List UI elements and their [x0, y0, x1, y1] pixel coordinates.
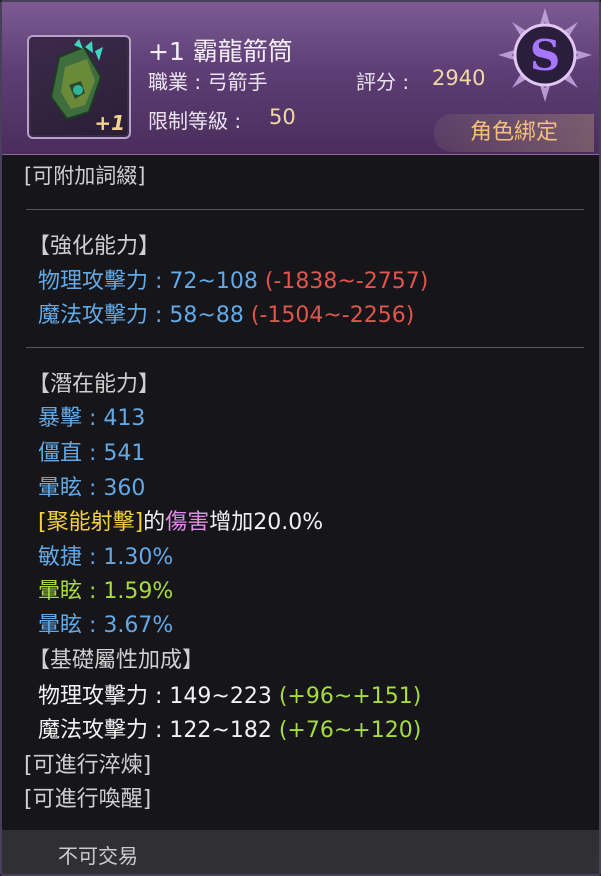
skill-damage: 傷害 — [165, 510, 210, 535]
potential-stun-pct-blue: 暈眩 : 3.67% — [38, 613, 174, 638]
skill-of: 的 — [143, 510, 166, 535]
base-mag-bonus: (+76~+120) — [278, 718, 422, 743]
base-mag-attack: 魔法攻擊力 : 122~182 (+76~+120) — [38, 712, 421, 744]
divider — [26, 209, 584, 210]
divider — [26, 347, 584, 348]
skill-increase: 增加20.0% — [209, 510, 324, 535]
base-section-title: 【基礎屬性加成】 — [28, 648, 205, 673]
grade-s-badge: S — [498, 8, 592, 102]
affix-slot-text: [可附加詞綴] — [24, 164, 146, 188]
base-mag-value: 魔法攻擊力 : 122~182 — [38, 718, 272, 743]
tooltip-footer: 不可交易 — [2, 830, 599, 874]
level-requirement-value: 50 — [269, 105, 296, 129]
enhance-phys-value: 物理攻擊力 : 72~108 — [38, 269, 258, 294]
enhance-mag-value: 魔法攻擊力 : 58~88 — [38, 303, 244, 328]
item-name: +1 霸龍箭筒 — [148, 37, 293, 66]
potential-crit: 暴擊 : 413 — [38, 406, 146, 431]
tooltip-header: +1 +1 霸龍箭筒 職業 : 弓箭手 評分 : 2940 限制等級 : 50 … — [2, 2, 599, 155]
base-phys-value: 物理攻擊力 : 149~223 — [38, 684, 272, 709]
level-requirement-label: 限制等級 : — [148, 109, 242, 133]
enhance-mag-diff: (-1504~-2256) — [250, 303, 415, 328]
enhance-phys-diff: (-1838~-2757) — [264, 269, 429, 294]
awaken-available: [可進行喚醒] — [24, 787, 152, 812]
potential-stun: 暈眩 : 360 — [38, 476, 146, 501]
base-phys-bonus: (+96~+151) — [278, 684, 422, 709]
potential-skill-bonus: [聚能射擊]的傷害增加20.0% — [38, 504, 323, 536]
job-requirement: 職業 : 弓箭手 — [148, 70, 268, 94]
item-icon-frame: +1 — [27, 35, 131, 139]
potential-section-title: 【潛在能力】 — [28, 372, 161, 397]
potential-stiff: 僵直 : 541 — [38, 441, 146, 466]
skill-name: [聚能射擊] — [38, 510, 144, 535]
character-bound-badge: 角色綁定 — [434, 114, 594, 152]
item-tooltip: +1 +1 霸龍箭筒 職業 : 弓箭手 評分 : 2940 限制等級 : 50 … — [0, 0, 601, 876]
refine-available: [可進行淬煉] — [24, 753, 152, 778]
potential-stun-pct-green: 暈眩 : 1.59% — [38, 579, 174, 604]
score-label: 評分 : — [356, 70, 410, 94]
untradeable-label: 不可交易 — [58, 844, 138, 868]
base-phys-attack: 物理攻擊力 : 149~223 (+96~+151) — [38, 678, 421, 710]
enhance-mag-attack: 魔法攻擊力 : 58~88 (-1504~-2256) — [38, 297, 414, 329]
grade-letter: S — [530, 31, 560, 80]
enhance-section-title: 【強化能力】 — [28, 234, 161, 259]
score-value: 2940 — [432, 66, 486, 90]
enhance-level-badge: +1 — [94, 111, 125, 135]
enhance-phys-attack: 物理攻擊力 : 72~108 (-1838~-2757) — [38, 263, 428, 295]
potential-agility: 敏捷 : 1.30% — [38, 545, 174, 570]
